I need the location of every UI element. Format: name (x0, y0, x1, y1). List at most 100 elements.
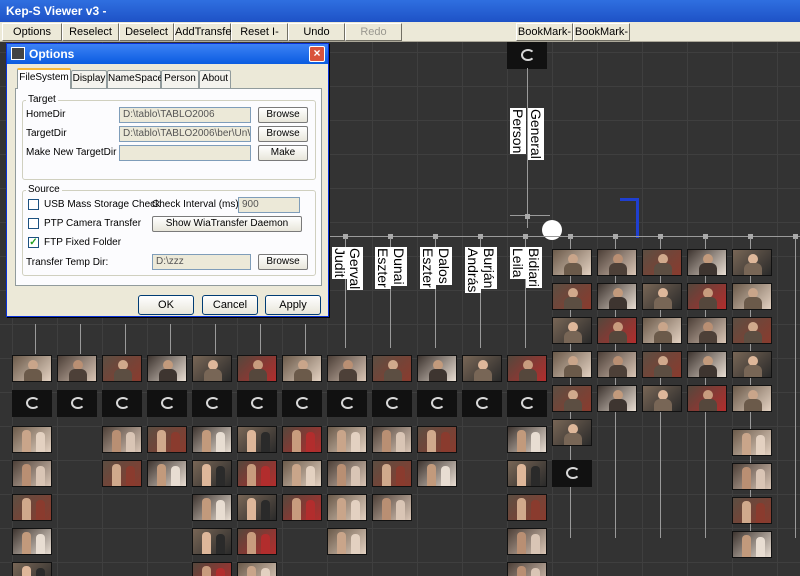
tab-display[interactable]: Display (71, 70, 107, 88)
photo-thumbnail[interactable] (102, 426, 142, 453)
photo-thumbnail[interactable] (372, 426, 412, 453)
photo-thumbnail[interactable] (732, 463, 772, 490)
photo-thumbnail[interactable] (327, 355, 367, 382)
photo-thumbnail[interactable] (642, 249, 682, 276)
photo-thumbnail[interactable] (237, 494, 277, 521)
photo-thumbnail[interactable] (192, 355, 232, 382)
options-button[interactable]: Options (2, 23, 62, 41)
photo-thumbnail[interactable] (552, 351, 592, 378)
target-dir-browse-button[interactable]: Browse (258, 126, 308, 142)
photo-thumbnail[interactable] (507, 562, 547, 576)
photo-thumbnail[interactable] (192, 528, 232, 555)
photo-thumbnail[interactable] (642, 317, 682, 344)
cancel-button[interactable]: Cancel (202, 295, 258, 315)
photo-thumbnail[interactable] (507, 528, 547, 555)
home-dir-field[interactable]: D:\tablo\TABLO2006 (119, 107, 251, 123)
photo-thumbnail[interactable] (687, 385, 727, 412)
add-transfer-button[interactable]: AddTransfer (174, 23, 235, 41)
photo-thumbnail[interactable] (597, 317, 637, 344)
photo-thumbnail[interactable] (552, 419, 592, 446)
photo-thumbnail[interactable] (12, 460, 52, 487)
photo-thumbnail[interactable] (732, 429, 772, 456)
temp-dir-browse-button[interactable]: Browse (258, 254, 308, 270)
tab-filesystem[interactable]: FileSystem (17, 68, 71, 89)
home-dir-browse-button[interactable]: Browse (258, 107, 308, 123)
photo-thumbnail[interactable] (597, 283, 637, 310)
photo-thumbnail[interactable] (552, 249, 592, 276)
photo-thumbnail[interactable] (192, 390, 232, 417)
insertion-point-marker[interactable] (542, 220, 562, 240)
photo-thumbnail[interactable] (282, 426, 322, 453)
photo-thumbnail[interactable] (327, 528, 367, 555)
photo-thumbnail[interactable] (462, 355, 502, 382)
make-button[interactable]: Make (258, 145, 308, 161)
photo-thumbnail[interactable] (57, 390, 97, 417)
photo-thumbnail[interactable] (687, 249, 727, 276)
photo-thumbnail[interactable] (372, 390, 412, 417)
tab-about[interactable]: About (199, 70, 231, 88)
bookmark-s-button[interactable]: BookMark-S (573, 23, 630, 54)
photo-thumbnail[interactable] (192, 494, 232, 521)
photo-thumbnail[interactable] (417, 460, 457, 487)
photo-thumbnail[interactable] (192, 426, 232, 453)
tab-person[interactable]: Person (161, 70, 199, 88)
photo-thumbnail[interactable] (507, 426, 547, 453)
apply-button[interactable]: Apply (265, 295, 321, 315)
photo-thumbnail[interactable] (192, 562, 232, 576)
ptp-checkbox[interactable] (28, 218, 39, 229)
photo-thumbnail[interactable] (237, 460, 277, 487)
photo-thumbnail[interactable] (282, 390, 322, 417)
photo-thumbnail[interactable] (147, 355, 187, 382)
photo-thumbnail[interactable] (507, 494, 547, 521)
photo-thumbnail[interactable] (327, 390, 367, 417)
photo-thumbnail[interactable] (147, 390, 187, 417)
photo-thumbnail[interactable] (687, 283, 727, 310)
redo-button[interactable]: Redo (345, 23, 402, 41)
photo-thumbnail[interactable] (687, 317, 727, 344)
photo-thumbnail[interactable] (507, 460, 547, 487)
photo-thumbnail[interactable] (12, 355, 52, 382)
ok-button[interactable]: OK (138, 295, 194, 315)
root-thumbnail[interactable] (507, 42, 547, 69)
photo-thumbnail[interactable] (237, 390, 277, 417)
photo-thumbnail[interactable] (732, 385, 772, 412)
photo-thumbnail[interactable] (12, 494, 52, 521)
make-new-target-field[interactable] (119, 145, 251, 161)
photo-thumbnail[interactable] (552, 385, 592, 412)
photo-thumbnail[interactable] (102, 460, 142, 487)
photo-thumbnail[interactable] (642, 283, 682, 310)
photo-thumbnail[interactable] (597, 249, 637, 276)
photo-thumbnail[interactable] (102, 355, 142, 382)
photo-thumbnail[interactable] (237, 562, 277, 576)
photo-thumbnail[interactable] (327, 426, 367, 453)
photo-thumbnail[interactable] (732, 497, 772, 524)
photo-thumbnail[interactable] (687, 351, 727, 378)
photo-thumbnail[interactable] (642, 385, 682, 412)
photo-thumbnail[interactable] (102, 390, 142, 417)
temp-dir-field[interactable]: D:\zzz (152, 254, 251, 270)
photo-thumbnail[interactable] (192, 460, 232, 487)
photo-thumbnail[interactable] (12, 426, 52, 453)
show-wia-daemon-button[interactable]: Show WiaTransfer Daemon (152, 216, 302, 232)
photo-thumbnail[interactable] (372, 460, 412, 487)
photo-thumbnail[interactable] (12, 390, 52, 417)
photo-thumbnail[interactable] (462, 390, 502, 417)
photo-thumbnail[interactable] (732, 531, 772, 558)
check-interval-field[interactable]: 900 (238, 197, 300, 213)
reselect-button[interactable]: Reselect (62, 23, 119, 41)
photo-thumbnail[interactable] (327, 494, 367, 521)
photo-thumbnail[interactable] (237, 528, 277, 555)
photo-thumbnail[interactable] (147, 426, 187, 453)
photo-thumbnail[interactable] (417, 355, 457, 382)
photo-thumbnail[interactable] (12, 562, 52, 576)
photo-thumbnail[interactable] (57, 355, 97, 382)
target-dir-field[interactable]: D:\tablo\TABLO2006\ber\UnWar (119, 126, 251, 142)
reset-ipoint-button[interactable]: Reset I-Point (231, 23, 288, 54)
photo-thumbnail[interactable] (282, 355, 322, 382)
photo-thumbnail[interactable] (417, 390, 457, 417)
bookmark-v-button[interactable]: BookMark-V (516, 23, 573, 54)
photo-thumbnail[interactable] (732, 283, 772, 310)
photo-thumbnail[interactable] (372, 355, 412, 382)
deselect-button[interactable]: Deselect (119, 23, 174, 41)
photo-thumbnail[interactable] (597, 385, 637, 412)
